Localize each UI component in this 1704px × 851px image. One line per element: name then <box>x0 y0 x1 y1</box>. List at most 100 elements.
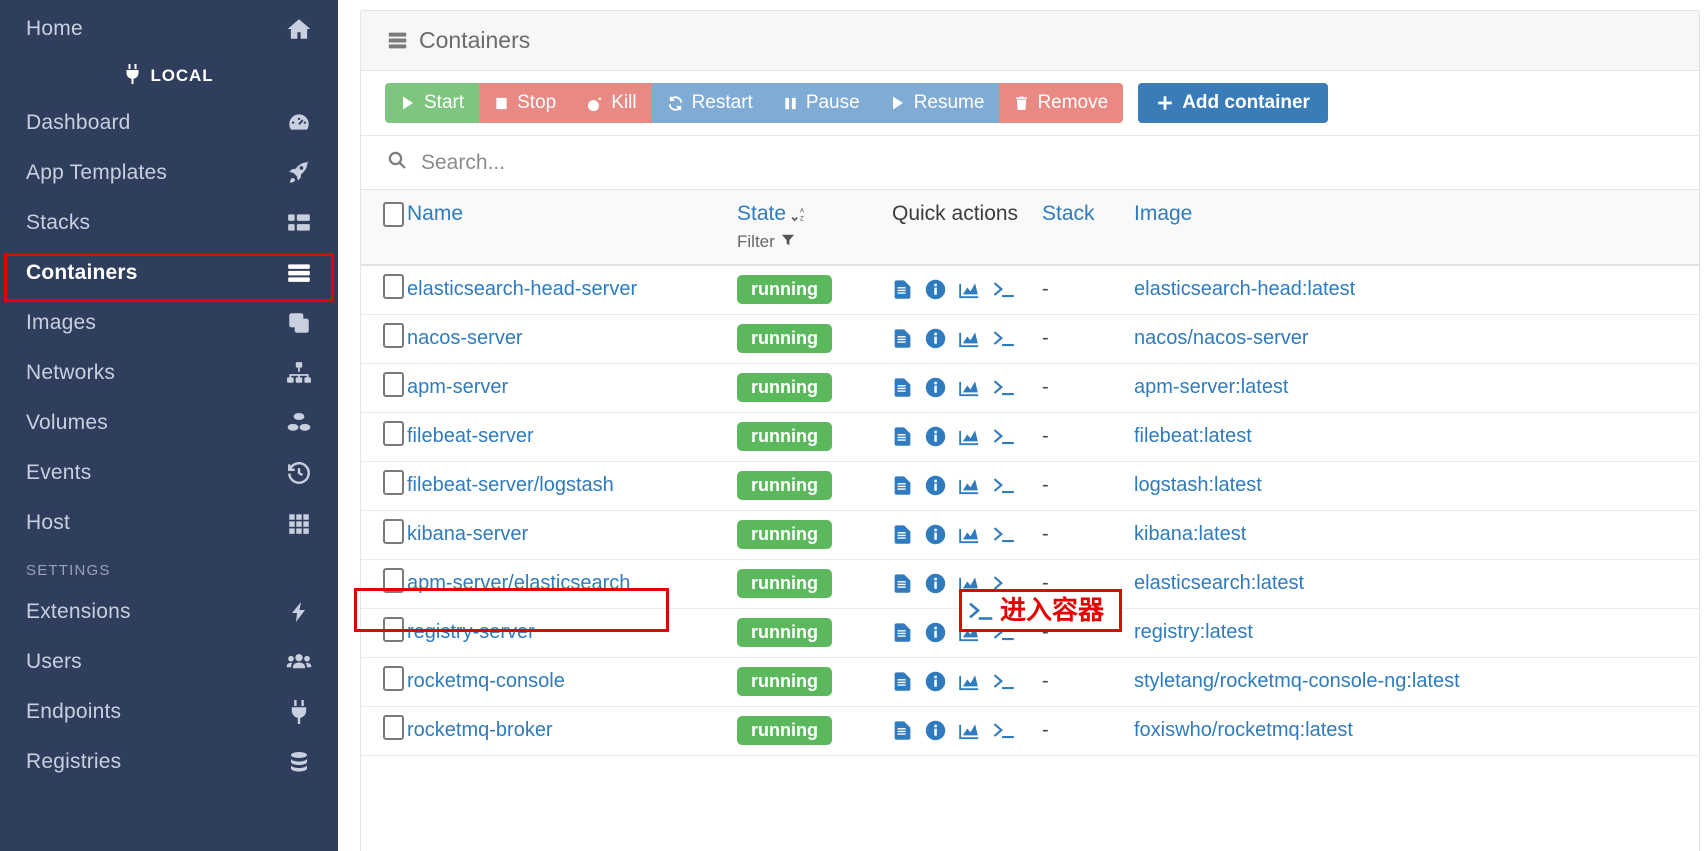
console-icon[interactable] <box>968 599 994 623</box>
logs-icon[interactable] <box>892 622 913 643</box>
container-name-link[interactable]: registry-server <box>407 621 535 643</box>
stop-button[interactable]: Stop <box>479 83 572 123</box>
image-link[interactable]: nacos/nacos-server <box>1134 327 1309 349</box>
sidebar-item-stacks[interactable]: Stacks <box>0 198 338 248</box>
sidebar-item-app-templates[interactable]: App Templates <box>0 148 338 198</box>
container-name-link[interactable]: nacos-server <box>407 327 523 349</box>
sidebar-item-extensions[interactable]: Extensions <box>0 587 338 637</box>
sidebar-item-dashboard[interactable]: Dashboard <box>0 98 338 148</box>
users-icon <box>286 649 312 675</box>
info-icon[interactable] <box>925 279 946 300</box>
sidebar-item-registries[interactable]: Registries <box>0 737 338 787</box>
column-header-stack[interactable]: Stack <box>1042 190 1134 266</box>
image-link[interactable]: styletang/rocketmq-console-ng:latest <box>1134 670 1460 692</box>
row-checkbox[interactable] <box>383 519 404 544</box>
container-name-link[interactable]: elasticsearch-head-server <box>407 278 637 300</box>
info-icon[interactable] <box>925 573 946 594</box>
info-icon[interactable] <box>925 426 946 447</box>
row-checkbox[interactable] <box>383 323 404 348</box>
console-icon[interactable] <box>992 475 1016 496</box>
row-checkbox[interactable] <box>383 568 404 593</box>
stats-icon[interactable] <box>958 672 980 692</box>
sidebar-item-containers[interactable]: Containers <box>0 248 338 298</box>
stats-icon[interactable] <box>958 427 980 447</box>
logs-icon[interactable] <box>892 671 913 692</box>
info-icon[interactable] <box>925 377 946 398</box>
sidebar-item-volumes[interactable]: Volumes <box>0 398 338 448</box>
pause-button[interactable]: Pause <box>767 83 875 123</box>
logs-icon[interactable] <box>892 475 913 496</box>
container-name-link[interactable]: filebeat-server <box>407 425 534 447</box>
info-icon[interactable] <box>925 720 946 741</box>
row-checkbox[interactable] <box>383 666 404 691</box>
sidebar-item-home[interactable]: Home <box>0 4 338 54</box>
row-checkbox[interactable] <box>383 715 404 740</box>
image-link[interactable]: elasticsearch-head:latest <box>1134 278 1355 300</box>
remove-button[interactable]: Remove <box>999 83 1124 123</box>
console-icon[interactable] <box>992 328 1016 349</box>
container-state-cell: running <box>737 657 892 707</box>
stats-icon[interactable] <box>958 378 980 398</box>
row-checkbox[interactable] <box>383 470 404 495</box>
image-link[interactable]: filebeat:latest <box>1134 425 1252 447</box>
row-checkbox[interactable] <box>383 372 404 397</box>
image-link[interactable]: elasticsearch:latest <box>1134 572 1304 594</box>
info-icon[interactable] <box>925 524 946 545</box>
stats-icon[interactable] <box>958 476 980 496</box>
container-name-link[interactable]: apm-server/elasticsearch <box>407 572 630 594</box>
logs-icon[interactable] <box>892 377 913 398</box>
console-icon[interactable] <box>992 279 1016 300</box>
select-all-checkbox[interactable] <box>383 202 404 227</box>
container-name-link[interactable]: kibana-server <box>407 523 528 545</box>
stats-icon[interactable] <box>958 721 980 741</box>
resume-button[interactable]: Resume <box>874 83 1000 123</box>
image-link[interactable]: kibana:latest <box>1134 523 1246 545</box>
image-link[interactable]: logstash:latest <box>1134 474 1262 496</box>
column-header-state[interactable]: State AZ Filter <box>737 190 892 266</box>
container-name-link[interactable]: filebeat-server/logstash <box>407 474 614 496</box>
info-icon[interactable] <box>925 328 946 349</box>
row-checkbox[interactable] <box>383 421 404 446</box>
search-input[interactable] <box>421 150 921 175</box>
logs-icon[interactable] <box>892 573 913 594</box>
sidebar-item-host[interactable]: Host <box>0 498 338 548</box>
console-icon[interactable] <box>992 720 1016 741</box>
info-icon[interactable] <box>925 622 946 643</box>
row-checkbox[interactable] <box>383 617 404 642</box>
sidebar-item-events[interactable]: Events <box>0 448 338 498</box>
image-link[interactable]: registry:latest <box>1134 621 1253 643</box>
sidebar-item-endpoints[interactable]: Endpoints <box>0 687 338 737</box>
logs-icon[interactable] <box>892 328 913 349</box>
column-header-image[interactable]: Image <box>1134 190 1699 266</box>
sort-az-icon[interactable]: AZ <box>791 207 808 224</box>
stats-icon[interactable] <box>958 329 980 349</box>
add-container-button[interactable]: Add container <box>1138 83 1328 123</box>
container-name-link[interactable]: apm-server <box>407 376 508 398</box>
kill-button[interactable]: Kill <box>571 83 652 123</box>
container-name-link[interactable]: rocketmq-console <box>407 670 565 692</box>
quick-actions-group <box>892 377 1042 398</box>
sidebar-item-images[interactable]: Images <box>0 298 338 348</box>
logs-icon[interactable] <box>892 720 913 741</box>
info-icon[interactable] <box>925 671 946 692</box>
image-link[interactable]: foxiswho/rocketmq:latest <box>1134 719 1353 741</box>
column-header-name[interactable]: Name <box>407 190 737 266</box>
sidebar-item-users[interactable]: Users <box>0 637 338 687</box>
row-checkbox[interactable] <box>383 274 404 300</box>
state-filter[interactable]: Filter <box>737 232 892 252</box>
stats-icon[interactable] <box>958 525 980 545</box>
logs-icon[interactable] <box>892 426 913 447</box>
logs-icon[interactable] <box>892 524 913 545</box>
console-icon[interactable] <box>992 426 1016 447</box>
console-icon[interactable] <box>992 671 1016 692</box>
stats-icon[interactable] <box>958 280 980 300</box>
start-button[interactable]: Start <box>385 83 480 123</box>
sidebar-item-networks[interactable]: Networks <box>0 348 338 398</box>
console-icon[interactable] <box>992 377 1016 398</box>
restart-button[interactable]: Restart <box>651 83 768 123</box>
console-icon[interactable] <box>992 524 1016 545</box>
container-name-link[interactable]: rocketmq-broker <box>407 719 553 741</box>
info-icon[interactable] <box>925 475 946 496</box>
logs-icon[interactable] <box>892 279 913 300</box>
image-link[interactable]: apm-server:latest <box>1134 376 1289 398</box>
